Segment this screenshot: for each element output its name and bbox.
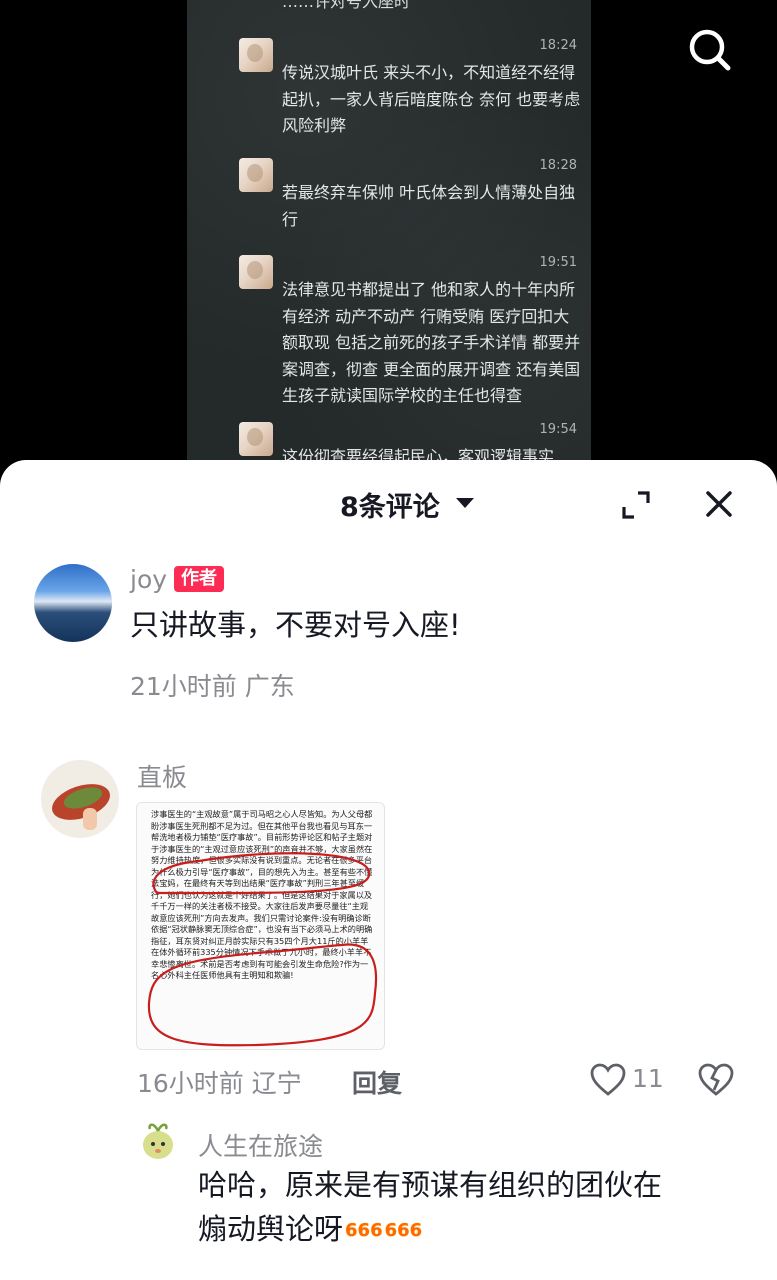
chat-text: 传说汉城叶氏 来头不小，不知道经不经得起扒，一家人背后暗度陈仓 奈何 也要考虑风… — [282, 63, 581, 135]
chat-time: 19:54 — [539, 422, 577, 437]
comment-sheet: 8条评论 joy 作者 只讲故事，不要对号入座! 21小时前 广东 直板 涉事医… — [0, 460, 777, 1280]
chat-avatar — [239, 422, 273, 456]
comment-text-line: 哈哈，原来是有预谋有组织的团伙在 — [198, 1168, 663, 1202]
video-background[interactable]: ……许对号入座时 18:24 传说汉城叶氏 来头不小，不知道经不经得起扒，一家人… — [0, 0, 777, 500]
comment-username[interactable]: 直板 — [137, 758, 187, 794]
comment-text-line-2: 煽动舆论呀 666 666 — [198, 1207, 758, 1253]
chat-time: 18:28 — [539, 158, 577, 173]
search-icon[interactable] — [686, 26, 732, 72]
expand-icon[interactable] — [621, 490, 651, 520]
chat-screenshot-image: ……许对号入座时 18:24 传说汉城叶氏 来头不小，不知道经不经得起扒，一家人… — [187, 0, 591, 470]
close-icon[interactable] — [703, 488, 735, 520]
emoji-666: 666 — [384, 1220, 423, 1241]
emoji-666: 666 — [345, 1220, 383, 1241]
chat-top-fragment: ……许对号入座时 — [282, 0, 411, 11]
comment-count-title[interactable]: 8条评论 — [340, 485, 440, 524]
comment-attached-image[interactable]: 涉事医生的“主观故意”属于司马昭之心人尽皆知。为人父母都盼涉事医生死刑都不足为过… — [136, 802, 385, 1050]
avatar[interactable] — [138, 1120, 178, 1162]
comment-meta: 21小时前 广东 — [130, 672, 295, 701]
like-count: 11 — [632, 1064, 664, 1093]
comment-text[interactable]: 哈哈，原来是有预谋有组织的团伙在 煽动舆论呀 666 666 — [198, 1163, 758, 1253]
chat-avatar — [239, 158, 273, 192]
caret-down-icon[interactable] — [456, 498, 474, 508]
chat-text: 法律意见书都提出了 他和家人的十年内所有经济 动产不动产 行贿受贿 医疗回扣大额… — [282, 280, 581, 405]
chat-avatar — [239, 38, 273, 72]
comment-username[interactable]: 人生在旅途 — [198, 1127, 323, 1163]
chat-time: 18:24 — [539, 38, 577, 53]
comment-meta: 16小时前 辽宁 — [137, 1069, 302, 1098]
author-badge: 作者 — [174, 566, 224, 592]
heart-icon[interactable] — [590, 1063, 626, 1097]
chat-avatar — [239, 255, 273, 289]
dislike-heart-icon[interactable] — [698, 1063, 734, 1097]
comment-text[interactable]: 只讲故事，不要对号入座! — [130, 603, 461, 647]
avatar[interactable] — [41, 760, 119, 838]
comment-username[interactable]: joy — [130, 565, 167, 594]
red-annotation-marks — [147, 852, 378, 1047]
reply-button[interactable]: 回复 — [352, 1064, 402, 1100]
comment-text-line: 煽动舆论呀 — [198, 1212, 344, 1246]
sheet-header: 8条评论 — [0, 460, 777, 544]
avatar[interactable] — [34, 564, 112, 642]
chat-time: 19:51 — [539, 255, 577, 270]
chat-text: 若最终弃车保帅 叶氏体会到人情薄处自独行 — [282, 183, 576, 229]
